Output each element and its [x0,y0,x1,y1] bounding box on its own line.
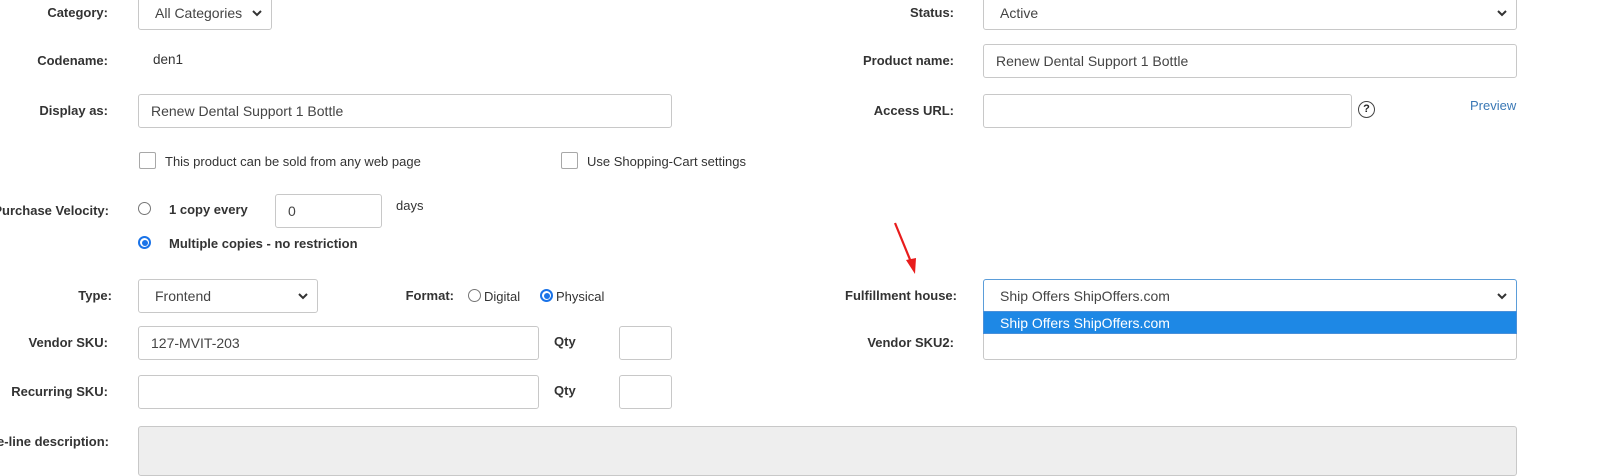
annotation-arrow-icon [893,222,916,274]
one-copy-radio[interactable] [138,202,151,215]
codename-value: den1 [153,52,184,67]
codename-label: Codename: [37,53,108,68]
display-as-label: Display as: [39,103,108,118]
shopping-cart-label: Use Shopping-Cart settings [587,154,746,169]
one-line-description-field [138,426,1517,476]
fulfillment-house-label: Fulfillment house: [845,288,957,303]
help-icon[interactable]: ? [1358,101,1375,118]
multiple-copies-radio[interactable] [138,236,151,249]
access-url-label: Access URL: [873,103,954,118]
type-label: Type: [78,288,112,303]
one-line-description-label: e-line description: [0,434,109,449]
access-url-input[interactable] [983,94,1352,128]
display-as-input[interactable]: Renew Dental Support 1 Bottle [138,94,672,128]
chevron-down-icon [1497,280,1507,312]
chevron-down-icon [298,280,308,312]
vendor-sku-qty-label: Qty [554,334,576,349]
multiple-copies-label: Multiple copies - no restriction [169,236,358,251]
purchase-velocity-label: Purchase Velocity: [0,203,109,218]
recurring-sku-qty-label: Qty [554,383,576,398]
any-web-page-checkbox[interactable] [139,152,156,169]
digital-radio[interactable] [468,289,481,302]
recurring-sku-input[interactable] [138,375,539,409]
preview-link[interactable]: Preview [1470,98,1516,113]
fulfillment-house-select[interactable]: Ship Offers ShipOffers.com [983,279,1517,313]
recurring-sku-label: Recurring SKU: [11,384,108,399]
category-select-value: All Categories [155,5,243,21]
status-label: Status: [909,5,954,20]
status-select[interactable]: Active [983,0,1517,30]
category-label: Category: [47,5,108,20]
chevron-down-icon [1497,0,1507,29]
product-name-input[interactable]: Renew Dental Support 1 Bottle [983,44,1517,78]
days-unit-label: days [396,198,424,213]
shopping-cart-checkbox[interactable] [561,152,578,169]
product-name-label: Product name: [862,53,954,68]
one-copy-label: 1 copy every [169,202,248,217]
vendor-sku-label: Vendor SKU: [28,335,108,350]
type-select[interactable]: Frontend [138,279,318,313]
category-select[interactable]: All Categories [138,0,272,30]
status-select-value: Active [1000,5,1039,21]
fulfillment-house-option[interactable]: Ship Offers ShipOffers.com [983,311,1517,334]
format-label: Format: [405,288,454,303]
digital-label: Digital [484,289,521,304]
any-web-page-label: This product can be sold from any web pa… [165,154,421,169]
days-input[interactable]: 0 [275,194,382,228]
vendor-sku-qty-input[interactable] [619,326,672,360]
physical-label: Physical [556,289,605,304]
recurring-sku-qty-input[interactable] [619,375,672,409]
vendor-sku-input[interactable]: 127-MVIT-203 [138,326,539,360]
chevron-down-icon [252,0,262,29]
fulfillment-house-select-value: Ship Offers ShipOffers.com [1000,288,1170,304]
physical-radio[interactable] [540,289,553,302]
vendor-sku2-label: Vendor SKU2: [867,335,954,350]
type-select-value: Frontend [155,288,212,304]
